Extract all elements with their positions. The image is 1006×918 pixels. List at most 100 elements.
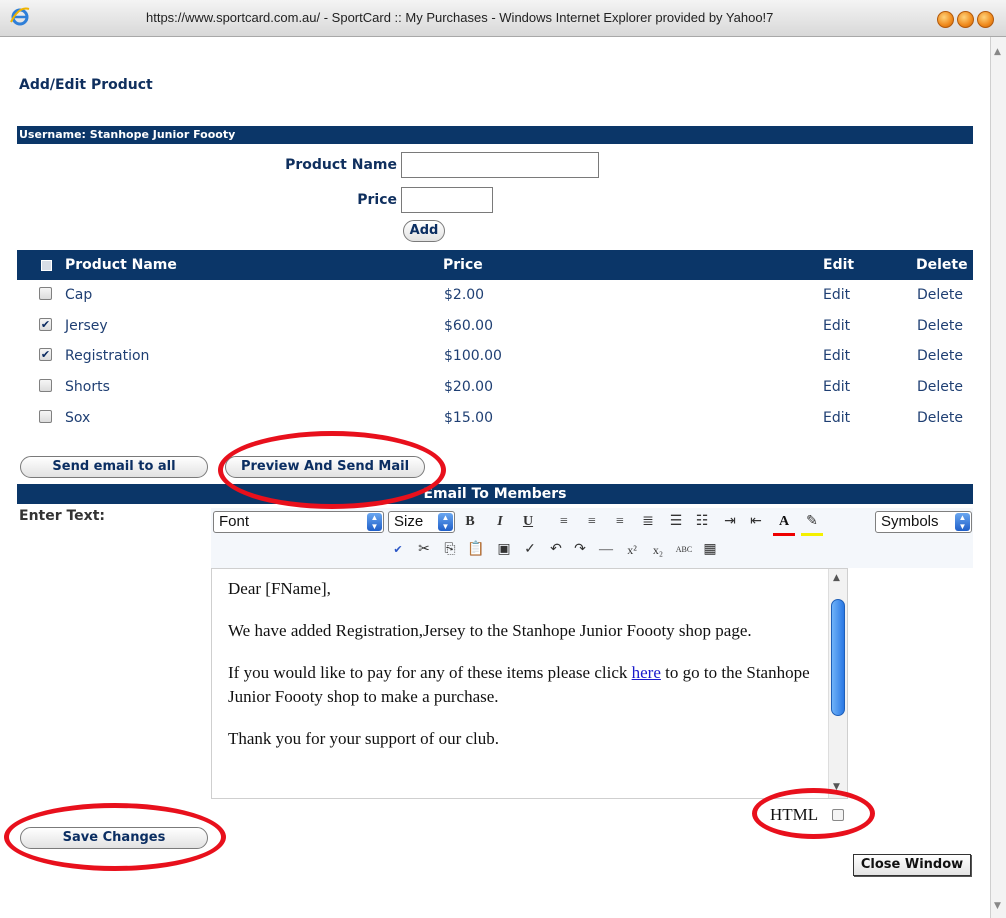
close-window-button[interactable]: Close Window: [853, 854, 971, 876]
scroll-up-icon[interactable]: ▲: [994, 47, 1001, 57]
table-row: Sox $15.00 Edit Delete: [17, 403, 973, 433]
edit-link[interactable]: Edit: [823, 318, 850, 334]
select-all-checkbox[interactable]: [41, 260, 52, 271]
product-name-cell: Shorts: [65, 379, 110, 395]
align-center-icon[interactable]: ≡: [581, 511, 603, 533]
highlight-icon[interactable]: ✎: [801, 511, 823, 536]
delete-link[interactable]: Delete: [917, 410, 963, 426]
row-checkbox[interactable]: [39, 379, 52, 392]
delete-link[interactable]: Delete: [917, 379, 963, 395]
subscript-icon[interactable]: x₂: [647, 539, 669, 561]
editor-toolbar: Font ▲ ▼ Size ▲ ▼ B I U ≡ ≡ ≡ ≣ ☰ ☷ ⇥ ⇤ A …: [211, 508, 973, 568]
product-table-header: Product Name Price Edit Delete: [17, 250, 973, 280]
price-input[interactable]: [401, 187, 493, 213]
table-row: Cap $2.00 Edit Delete: [17, 280, 973, 310]
table-row: ✔ Jersey $60.00 Edit Delete: [17, 311, 973, 341]
superscript-icon[interactable]: x²: [621, 539, 643, 561]
font-select[interactable]: Font ▲ ▼: [213, 511, 384, 533]
outdent-icon[interactable]: ⇤: [745, 511, 767, 533]
enter-text-label: Enter Text:: [19, 508, 106, 524]
row-checkbox[interactable]: [39, 287, 52, 300]
horizontal-rule-icon[interactable]: ―: [595, 539, 617, 561]
add-button[interactable]: Add: [403, 220, 445, 242]
row-checkbox[interactable]: ✔: [39, 348, 52, 361]
indent-icon[interactable]: ⇥: [719, 511, 741, 533]
strikethrough-icon[interactable]: ABC: [673, 539, 695, 561]
symbols-select[interactable]: Symbols ▲ ▼: [875, 511, 972, 533]
price-cell: $60.00: [444, 318, 493, 334]
select-arrows-icon: ▲ ▼: [367, 513, 382, 531]
edit-link[interactable]: Edit: [823, 287, 850, 303]
email-section-header: Email To Members: [17, 484, 973, 504]
scroll-down-icon[interactable]: ▼: [833, 782, 840, 792]
bold-icon[interactable]: B: [459, 511, 481, 533]
scroll-thumb[interactable]: [831, 599, 845, 716]
product-name-cell: Cap: [65, 287, 93, 303]
email-body-editor[interactable]: Dear [FName], We have added Registration…: [211, 568, 848, 799]
row-checkbox[interactable]: [39, 410, 52, 423]
copy-icon[interactable]: ⎘: [439, 539, 461, 561]
paste-word-icon[interactable]: ▣: [493, 539, 515, 561]
align-left-icon[interactable]: ≡: [553, 511, 575, 533]
product-name-cell: Registration: [65, 348, 150, 364]
edit-link[interactable]: Edit: [823, 410, 850, 426]
html-toggle-checkbox[interactable]: [832, 809, 844, 821]
column-header-product-name: Product Name: [65, 257, 177, 273]
font-select-value: Font: [219, 513, 250, 530]
price-label: Price: [357, 192, 397, 208]
window-title: https://www.sportcard.com.au/ - SportCar…: [146, 10, 774, 25]
size-select-value: Size: [394, 513, 424, 530]
internet-explorer-icon: [10, 7, 30, 26]
table-row: ✔ Registration $100.00 Edit Delete: [17, 341, 973, 371]
paste-text-icon[interactable]: ✓: [519, 539, 541, 561]
paste-icon[interactable]: 📋: [465, 539, 487, 561]
product-name-cell: Jersey: [65, 318, 108, 334]
save-changes-button[interactable]: Save Changes: [20, 827, 208, 849]
email-paragraph: We have added Registration,Jersey to the…: [228, 621, 752, 640]
align-right-icon[interactable]: ≡: [609, 511, 631, 533]
here-link[interactable]: here: [632, 663, 661, 682]
column-header-edit: Edit: [823, 257, 855, 273]
html-toggle-label: HTML: [770, 805, 819, 824]
username-bar: Username: Stanhope Junior Foooty: [17, 126, 973, 144]
editor-scrollbar[interactable]: ▲ ▼: [828, 569, 847, 798]
column-header-delete: Delete: [916, 257, 968, 273]
delete-link[interactable]: Delete: [917, 287, 963, 303]
undo-icon[interactable]: ↶: [545, 539, 567, 561]
window-title-bar: https://www.sportcard.com.au/ - SportCar…: [0, 0, 1006, 37]
insert-table-icon[interactable]: ▦: [699, 539, 721, 561]
product-name-input[interactable]: [401, 152, 599, 178]
font-color-icon[interactable]: A: [773, 511, 795, 536]
numbered-list-icon[interactable]: ☷: [691, 511, 713, 533]
scroll-up-icon[interactable]: ▲: [833, 573, 840, 583]
scroll-down-icon[interactable]: ▼: [994, 901, 1001, 911]
symbols-select-value: Symbols: [881, 513, 939, 530]
product-name-cell: Sox: [65, 410, 91, 426]
spellcheck-icon[interactable]: ✔: [387, 539, 409, 561]
price-cell: $100.00: [444, 348, 502, 364]
price-cell: $20.00: [444, 379, 493, 395]
page-scrollbar[interactable]: ▲ ▼: [990, 37, 1006, 918]
bullet-list-icon[interactable]: ☰: [665, 511, 687, 533]
email-paragraph: If you would like to pay for any of thes…: [228, 661, 818, 709]
justify-icon[interactable]: ≣: [637, 511, 659, 533]
edit-link[interactable]: Edit: [823, 379, 850, 395]
edit-link[interactable]: Edit: [823, 348, 850, 364]
email-text: If you would like to pay for any of thes…: [228, 663, 632, 682]
delete-link[interactable]: Delete: [917, 318, 963, 334]
price-cell: $2.00: [444, 287, 485, 303]
close-window-control[interactable]: [977, 11, 994, 28]
cut-icon[interactable]: ✂: [413, 539, 435, 561]
select-arrows-icon: ▲ ▼: [438, 513, 453, 531]
preview-and-send-mail-button[interactable]: Preview And Send Mail: [225, 456, 425, 478]
send-email-to-all-button[interactable]: Send email to all: [20, 456, 208, 478]
redo-icon[interactable]: ↷: [569, 539, 591, 561]
row-checkbox[interactable]: ✔: [39, 318, 52, 331]
italic-icon[interactable]: I: [489, 511, 511, 533]
delete-link[interactable]: Delete: [917, 348, 963, 364]
size-select[interactable]: Size ▲ ▼: [388, 511, 455, 533]
underline-icon[interactable]: U: [517, 511, 539, 533]
product-name-label: Product Name: [285, 157, 397, 173]
minimize-button[interactable]: [937, 11, 954, 28]
maximize-button[interactable]: [957, 11, 974, 28]
